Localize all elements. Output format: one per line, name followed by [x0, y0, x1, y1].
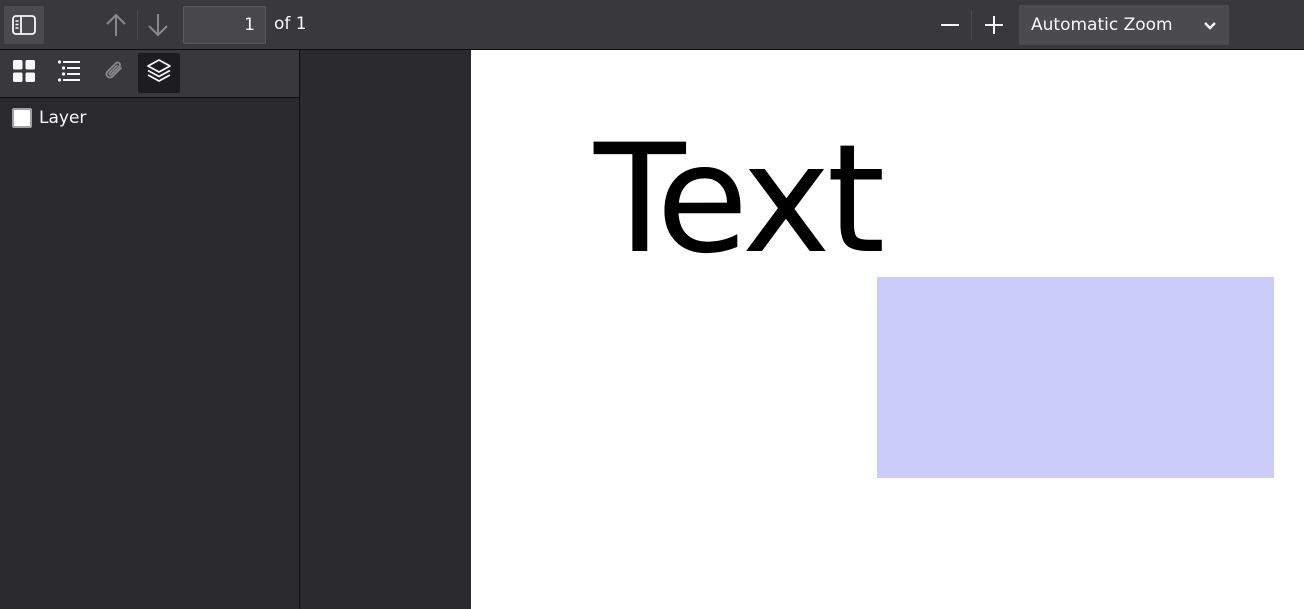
document-viewer[interactable]: Text — [300, 50, 1304, 609]
paperclip-icon — [102, 59, 126, 87]
next-page-button[interactable] — [139, 6, 177, 44]
view-attachments-button[interactable] — [93, 53, 135, 93]
view-outline-button[interactable] — [48, 53, 90, 93]
view-thumbnails-button[interactable] — [3, 53, 45, 93]
layer-label: Layer — [39, 108, 87, 128]
zoom-select[interactable]: Automatic Zoom — [1019, 5, 1229, 45]
sidebar-toggle-button[interactable] — [4, 6, 44, 44]
layers-icon — [146, 58, 172, 88]
page-rectangle — [877, 277, 1274, 478]
sidebar: Layer — [0, 50, 300, 609]
arrow-up-icon — [104, 12, 128, 38]
arrow-down-icon — [146, 12, 170, 38]
previous-page-button[interactable] — [97, 6, 135, 44]
view-layers-button[interactable] — [138, 53, 180, 93]
document-page: Text — [471, 50, 1304, 609]
toolbar: of 1 Automatic Zoom — [0, 0, 1304, 50]
outline-list-icon — [57, 59, 81, 87]
minus-icon — [939, 14, 961, 36]
layer-item[interactable]: Layer — [12, 108, 86, 128]
toolbar-separator — [137, 10, 138, 40]
zoom-in-button[interactable] — [975, 6, 1013, 44]
chevron-down-icon — [1203, 16, 1217, 35]
page-number-input[interactable] — [183, 6, 266, 44]
zoom-out-button[interactable] — [931, 6, 969, 44]
plus-icon — [983, 14, 1005, 36]
toolbar-separator — [971, 10, 972, 40]
zoom-select-value: Automatic Zoom — [1031, 15, 1173, 35]
thumbnails-grid-icon — [12, 59, 36, 87]
sidebar-view-switcher — [0, 50, 299, 98]
layer-checkbox[interactable] — [12, 108, 32, 128]
sidebar-toggle-icon — [11, 14, 37, 36]
page-count-label: of 1 — [274, 14, 307, 34]
page-text: Text — [594, 113, 885, 287]
